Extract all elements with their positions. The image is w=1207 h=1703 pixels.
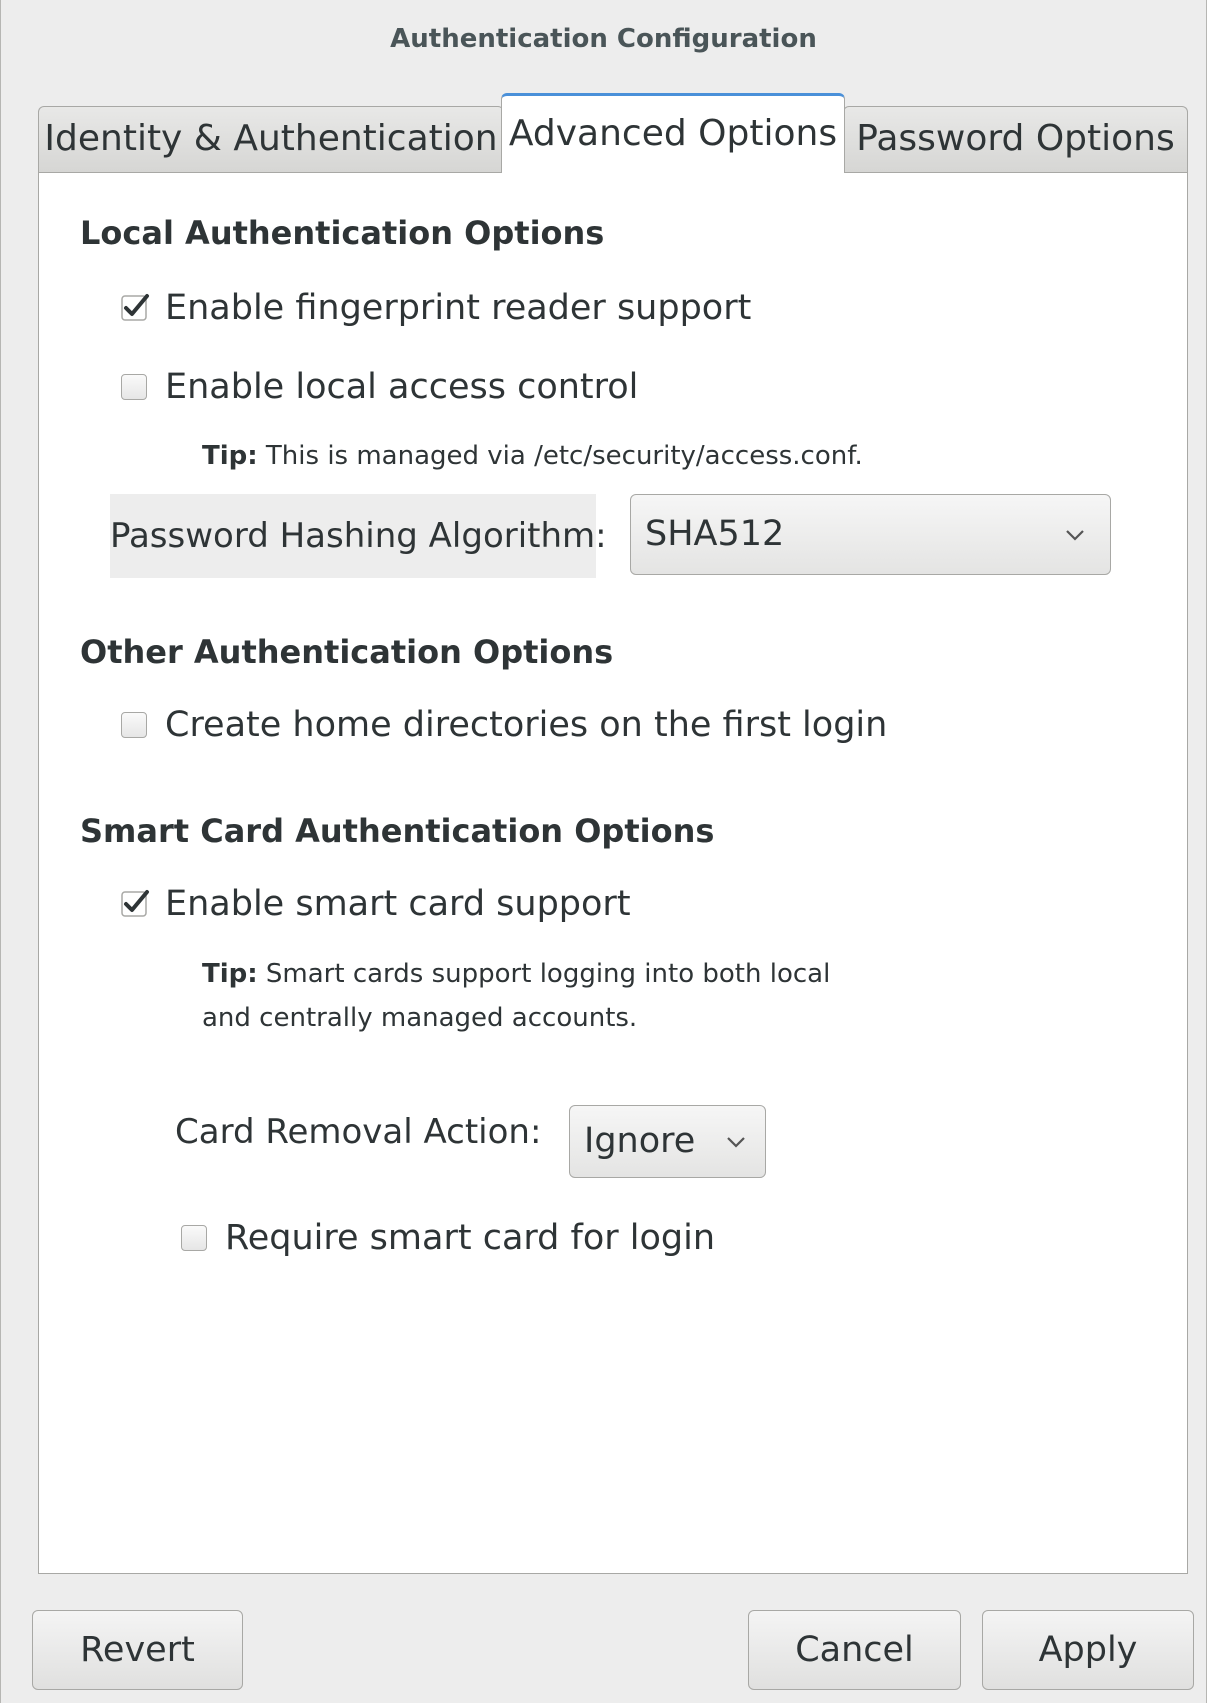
smartcard-tip: Tip: Smart cards support logging into bo… — [202, 952, 830, 1040]
tab-advanced-options[interactable]: Advanced Options — [501, 93, 845, 173]
smartcard-tip-line2: and centrally managed accounts. — [202, 1003, 638, 1033]
local-access-checkbox-row[interactable]: Enable local access control — [121, 367, 638, 407]
revert-button[interactable]: Revert — [32, 1610, 243, 1690]
access-tip: Tip: This is managed via /etc/security/a… — [202, 434, 863, 478]
card-removal-dropdown[interactable]: Ignore — [569, 1105, 766, 1178]
smartcard-checkbox[interactable] — [121, 890, 149, 917]
smartcard-tip-line1: Smart cards support logging into both lo… — [257, 959, 831, 989]
local-access-label: Enable local access control — [165, 367, 639, 407]
fingerprint-checkbox[interactable] — [121, 294, 149, 321]
apply-button[interactable]: Apply — [982, 1610, 1194, 1690]
smartcard-checkbox-row[interactable]: Enable smart card support — [121, 884, 631, 924]
card-removal-value: Ignore — [584, 1121, 696, 1161]
checkmark-icon — [121, 294, 149, 321]
hash-algorithm-dropdown[interactable]: SHA512 — [630, 494, 1111, 575]
tab-password-options[interactable]: Password Options — [843, 106, 1188, 172]
auth-config-window: Authentication Configuration Identity & … — [0, 0, 1207, 1703]
access-tip-bold: Tip: — [202, 441, 258, 471]
fingerprint-checkbox-row[interactable]: Enable fingerprint reader support — [121, 288, 751, 328]
require-smartcard-checkbox-row[interactable]: Require smart card for login — [181, 1218, 715, 1258]
home-dirs-label: Create home directories on the first log… — [165, 705, 888, 745]
card-removal-label: Card Removal Action: — [175, 1112, 542, 1152]
smartcard-label: Enable smart card support — [165, 884, 631, 924]
home-dirs-checkbox[interactable] — [121, 712, 147, 738]
chevron-down-icon — [727, 1136, 745, 1148]
smartcard-section-title: Smart Card Authentication Options — [80, 812, 715, 850]
local-auth-section-title: Local Authentication Options — [80, 214, 605, 252]
window-title: Authentication Configuration — [390, 24, 817, 54]
cancel-button[interactable]: Cancel — [748, 1610, 961, 1690]
other-auth-section-title: Other Authentication Options — [80, 633, 614, 671]
access-tip-text: This is managed via /etc/security/access… — [257, 441, 863, 471]
fingerprint-label: Enable fingerprint reader support — [165, 288, 752, 328]
require-smartcard-checkbox[interactable] — [181, 1225, 207, 1251]
checkmark-icon — [121, 890, 149, 917]
smartcard-tip-bold: Tip: — [202, 959, 258, 989]
hash-algorithm-value: SHA512 — [645, 514, 785, 554]
local-access-checkbox[interactable] — [121, 374, 147, 400]
tab-identity-authentication[interactable]: Identity & Authentication — [38, 106, 504, 172]
require-smartcard-label: Require smart card for login — [225, 1218, 716, 1258]
home-dirs-checkbox-row[interactable]: Create home directories on the first log… — [121, 705, 887, 745]
chevron-down-icon — [1066, 529, 1084, 541]
hash-algorithm-label: Password Hashing Algorithm: — [110, 494, 607, 578]
